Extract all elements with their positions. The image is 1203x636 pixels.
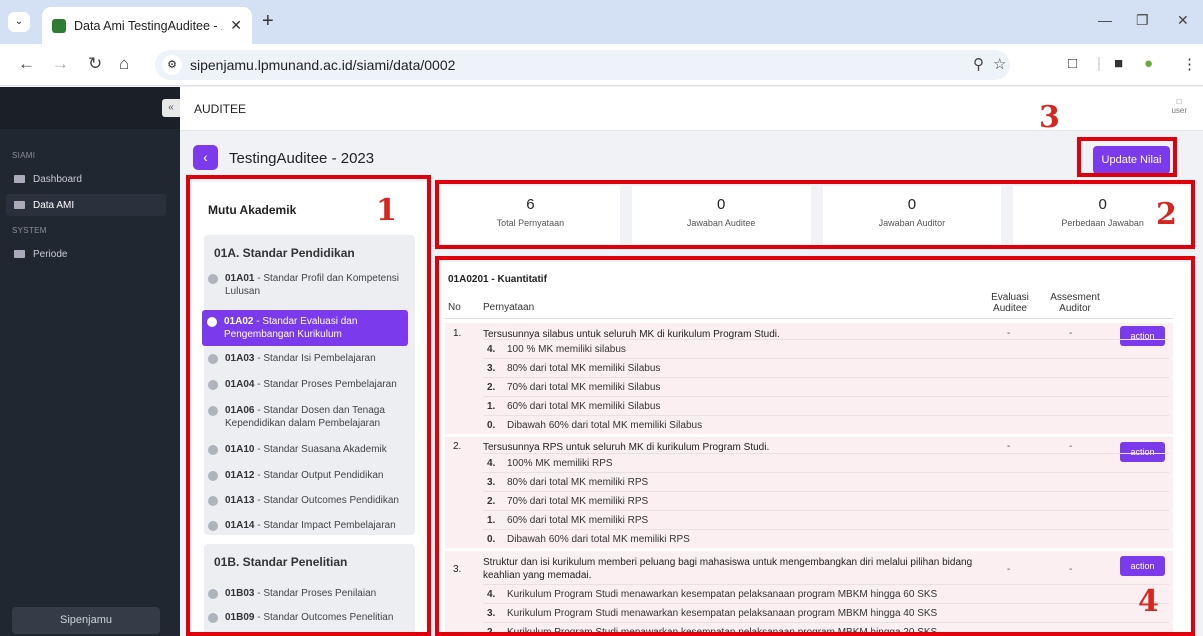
profile-avatar-icon[interactable]: ● [1144,55,1153,72]
browser-tab[interactable]: Data Ami TestingAuditee - 2023 ✕ [42,7,252,44]
tab-title: Data Ami TestingAuditee - 2023 [74,18,222,33]
annotation-number: 1 [376,193,397,228]
site-info-icon[interactable]: ⚙ [162,55,182,75]
menu-kebab-icon[interactable]: ⋮ [1182,55,1197,73]
sidebar-footer: Sipenjamu [12,607,160,634]
sidebar-item-label: Dashboard [33,173,82,185]
favicon-icon [52,18,66,33]
extensions-icon[interactable]: □ [1068,55,1077,72]
minimize-icon[interactable]: — [1098,12,1112,28]
sidepanel-icon[interactable]: ■ [1114,55,1123,72]
restore-icon[interactable]: ❐ [1136,12,1149,29]
data-icon [14,201,25,209]
sidebar-item-data-ami[interactable]: Data AMI [6,194,166,216]
sidebar-item-label: Periode [33,248,68,260]
window-close-icon[interactable]: ✕ [1177,12,1189,29]
annotation-number: 2 [1156,197,1177,232]
annotation-number: 4 [1138,584,1159,619]
back-button[interactable]: ‹ [193,145,218,170]
toolbar-divider: | [1097,55,1101,72]
sidebar-header: « [0,87,180,129]
sidebar: « SIAMI Dashboard Data AMI SYSTEM Period… [0,87,180,636]
sidebar-section-system: SYSTEM [12,226,47,235]
browser-tab-bar: ⌄ Data Ami TestingAuditee - 2023 ✕ + — ❐… [0,0,1203,44]
user-avatar[interactable]: □ user [1171,97,1187,115]
tab-search-icon[interactable]: ⌄ [8,12,30,32]
address-bar: ← → ↻ ⌂ ⚙ sipenjamu.lpmunand.ac.id/siami… [0,44,1203,86]
sidebar-item-periode[interactable]: Periode [6,243,166,265]
page-title: TestingAuditee - 2023 [229,150,375,167]
dashboard-icon [14,175,25,183]
bookmark-star-icon[interactable]: ☆ [993,55,1006,73]
role-title: AUDITEE [194,102,247,116]
annotation-box-4 [435,256,1195,636]
sidebar-section-siami: SIAMI [12,151,36,160]
user-label: user [1171,106,1187,115]
reload-icon[interactable]: ↻ [88,54,102,74]
new-tab-icon[interactable]: + [262,10,274,33]
zoom-icon[interactable]: ⚲ [973,55,984,73]
annotation-box-3 [1077,137,1177,177]
annotation-number: 3 [1039,100,1060,135]
forward-arrow-icon[interactable]: → [52,54,69,74]
back-arrow-icon[interactable]: ← [18,54,35,74]
home-icon[interactable]: ⌂ [119,54,129,74]
annotation-box-2 [435,180,1195,249]
url-text: sipenjamu.lpmunand.ac.id/siami/data/0002 [190,57,456,73]
annotation-box-1 [186,175,431,636]
sidebar-item-label: Data AMI [33,199,75,211]
collapse-sidebar-icon[interactable]: « [162,99,180,117]
calendar-icon [14,250,25,258]
close-icon[interactable]: ✕ [230,17,242,34]
sidebar-item-dashboard[interactable]: Dashboard [6,168,166,190]
url-field[interactable]: ⚙ sipenjamu.lpmunand.ac.id/siami/data/00… [155,50,1010,80]
